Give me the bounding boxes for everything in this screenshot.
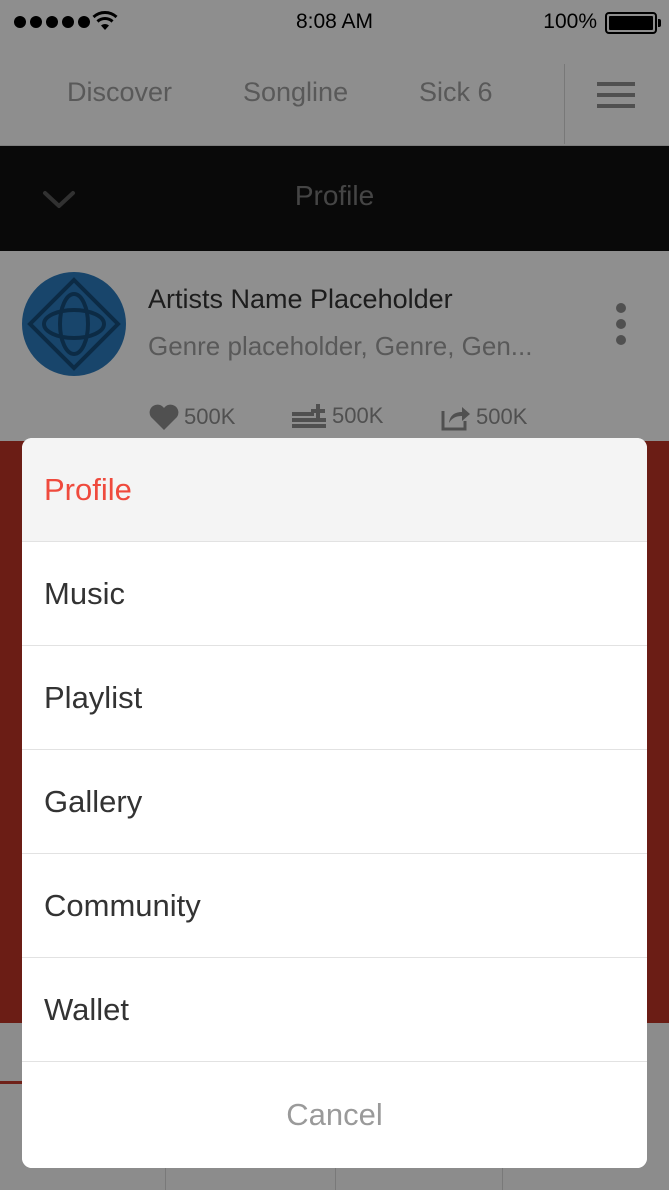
cancel-button[interactable]: Cancel (22, 1062, 647, 1168)
sheet-option-wallet[interactable]: Wallet (22, 958, 647, 1062)
section-action-sheet: Profile Music Playlist Gallery Community… (22, 438, 647, 1168)
sheet-option-playlist[interactable]: Playlist (22, 646, 647, 750)
sheet-option-profile[interactable]: Profile (22, 438, 647, 542)
sheet-option-gallery[interactable]: Gallery (22, 750, 647, 854)
sheet-option-music[interactable]: Music (22, 542, 647, 646)
sheet-option-community[interactable]: Community (22, 854, 647, 958)
